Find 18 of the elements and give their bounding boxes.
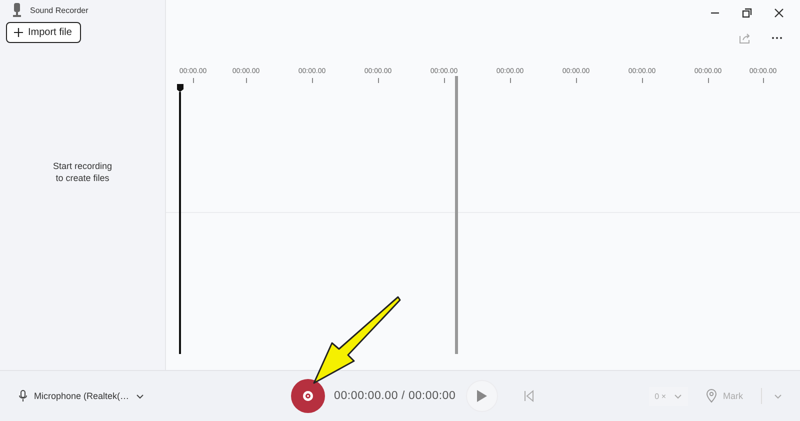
more-icon[interactable] bbox=[771, 36, 783, 40]
restore-icon[interactable] bbox=[742, 8, 752, 18]
play-icon bbox=[476, 389, 488, 403]
microphone-icon bbox=[19, 390, 27, 402]
microphone-selector[interactable]: Microphone (Realtek(… bbox=[19, 390, 274, 402]
time-display: 00:00:00.00 / 00:00:00 bbox=[334, 390, 456, 402]
import-file-button[interactable]: Import file bbox=[6, 22, 81, 43]
play-button[interactable] bbox=[466, 380, 498, 412]
close-icon[interactable] bbox=[774, 8, 784, 18]
microphone-icon bbox=[12, 3, 22, 17]
playhead[interactable] bbox=[176, 84, 184, 354]
plus-icon bbox=[14, 28, 23, 37]
record-button[interactable] bbox=[291, 379, 325, 413]
chevron-down-icon bbox=[674, 394, 682, 398]
chevron-down-icon bbox=[136, 394, 144, 398]
empty-message: Start recording to create files bbox=[52, 160, 112, 184]
window-title: Sound Recorder bbox=[30, 6, 88, 14]
location-pin-icon bbox=[706, 389, 717, 403]
